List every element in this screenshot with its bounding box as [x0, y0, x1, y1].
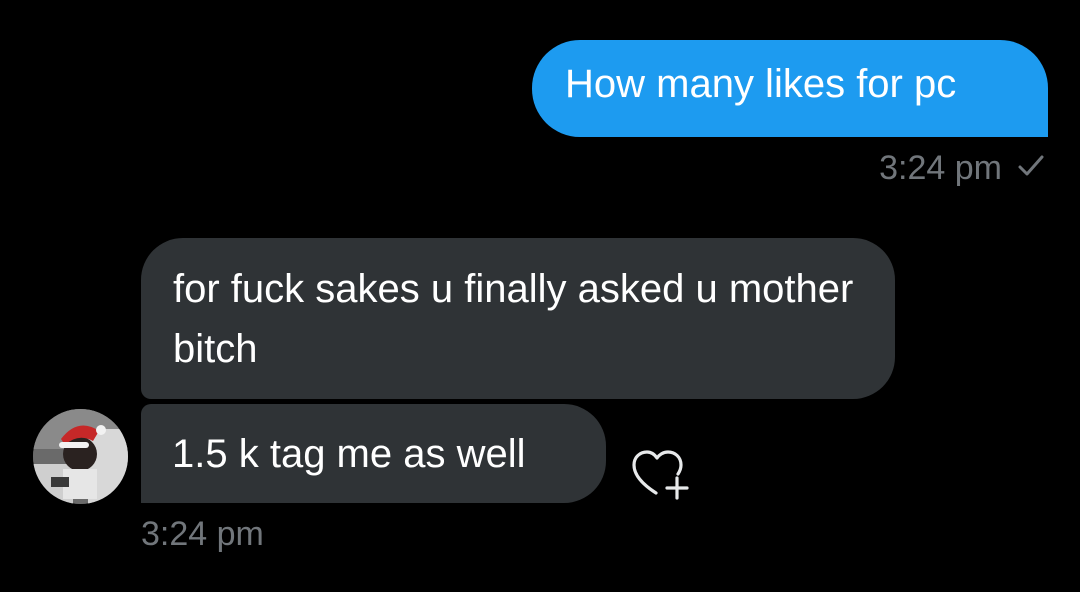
- received-message-text: for fuck sakes u finally asked u mother …: [173, 267, 854, 371]
- sent-timestamp: 3:24 pm: [879, 149, 1002, 187]
- received-timestamp: 3:24 pm: [141, 515, 264, 553]
- received-message-bubble[interactable]: 1.5 k tag me as well: [141, 404, 606, 503]
- sent-message-bubble[interactable]: How many likes for pc: [532, 40, 1048, 137]
- received-message-meta: 3:24 pm: [141, 512, 264, 556]
- avatar[interactable]: [33, 409, 128, 504]
- received-message-bubble[interactable]: for fuck sakes u finally asked u mother …: [141, 238, 895, 399]
- heart-plus-icon: [630, 450, 692, 506]
- add-reaction-button[interactable]: [630, 446, 692, 502]
- sent-message-meta: 3:24 pm: [879, 146, 1046, 192]
- sent-message-text: How many likes for pc: [565, 62, 957, 106]
- checkmark-icon: [1016, 148, 1046, 192]
- received-message-text: 1.5 k tag me as well: [172, 432, 526, 476]
